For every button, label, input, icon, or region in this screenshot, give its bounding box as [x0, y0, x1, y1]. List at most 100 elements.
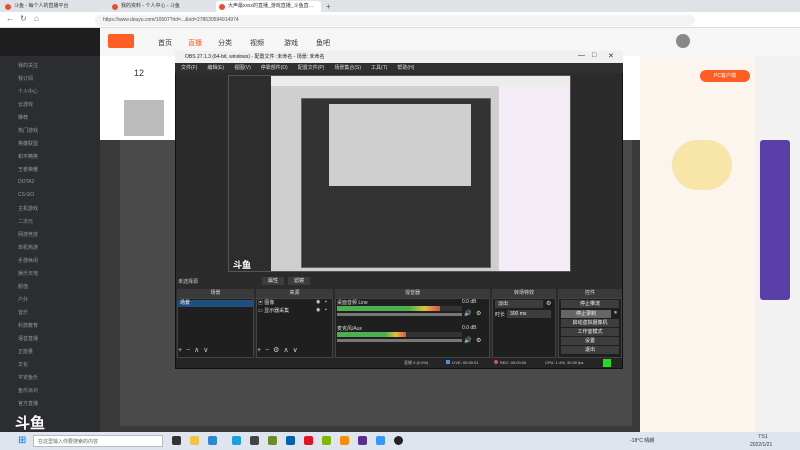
sidebar-item[interactable]: 我订阅 [18, 75, 33, 82]
lock-icon[interactable]: ▪ [325, 307, 327, 313]
filters-button[interactable]: 滤镜 [288, 277, 310, 285]
minimize-icon[interactable]: — [578, 52, 585, 59]
obs-taskbar-icon[interactable] [394, 436, 403, 445]
menu-tools[interactable]: 工具(T) [371, 65, 387, 71]
sidebar-item[interactable]: 二次元 [18, 218, 33, 225]
scene-item[interactable]: 场景 [178, 300, 253, 307]
file-explorer-icon[interactable] [190, 436, 199, 445]
sidebar-item[interactable]: 正能量 [18, 348, 33, 355]
volume-slider[interactable] [337, 339, 462, 342]
sidebar-item[interactable]: 热门游戏 [18, 127, 38, 134]
app-icon[interactable] [268, 436, 277, 445]
sidebar-item[interactable]: 云游戏 [18, 101, 33, 108]
sidebar-item[interactable]: DOTA2 [18, 179, 34, 185]
home-icon[interactable]: ⌂ [34, 14, 39, 23]
speaker-icon[interactable]: 🔊 [464, 337, 471, 344]
menu-profile[interactable]: 配置文件(P) [298, 65, 325, 71]
lock-icon[interactable]: ▪ [325, 299, 327, 305]
clock-date[interactable]: 2022/1/21 [750, 442, 772, 448]
sidebar-item[interactable]: 我的关注 [18, 62, 38, 69]
exit-button[interactable]: 退出 [561, 346, 619, 354]
sidebar-item[interactable]: 手游休闲 [18, 257, 38, 264]
menu-docks[interactable]: 停靠部件(D) [261, 65, 288, 71]
sidebar-item[interactable]: 颜值 [18, 283, 28, 290]
app-icon[interactable] [322, 436, 331, 445]
menu-scene-collection[interactable]: 场景集合(S) [334, 65, 361, 71]
task-view-icon[interactable] [172, 436, 181, 445]
new-tab-icon[interactable]: + [326, 2, 331, 11]
stop-streaming-button[interactable]: 停止推流 [561, 300, 619, 308]
volume-slider[interactable] [337, 313, 462, 316]
sidebar-item[interactable]: 音乐 [18, 309, 28, 316]
sidebar-item[interactable]: 平安鱼乐 [18, 374, 38, 381]
store-icon[interactable] [250, 436, 259, 445]
clock-time[interactable]: 7:51 [758, 434, 768, 440]
eye-icon[interactable]: ◉ [316, 307, 320, 313]
gear-icon[interactable]: ⚙ [476, 310, 481, 317]
nav-fishbar[interactable]: 鱼吧 [316, 38, 330, 48]
app-icon[interactable] [304, 436, 313, 445]
mail-icon[interactable] [208, 436, 217, 445]
stop-recording-button[interactable]: 停止录制 [561, 310, 611, 318]
menu-file[interactable]: 文件(F) [181, 65, 197, 71]
back-icon[interactable]: ← [6, 14, 14, 23]
avatar[interactable] [676, 34, 690, 48]
browser-tab-3[interactable]: 大声最xxxx的直播_游戏直播_斗鱼直… [216, 1, 321, 12]
taskbar-search[interactable]: 在这里输入你要搜索的内容 [33, 435, 163, 447]
close-icon[interactable]: ✕ [608, 52, 614, 60]
sidebar-item[interactable]: 主机游戏 [18, 205, 38, 212]
sidebar-item[interactable]: 网游竞技 [18, 231, 38, 238]
sidebar-item[interactable]: 个人中心 [18, 88, 38, 95]
nav-category[interactable]: 分类 [218, 38, 232, 48]
studio-mode-button[interactable]: 工作室模式 [561, 328, 619, 336]
nav-game[interactable]: 游戏 [284, 38, 298, 48]
source-item-image[interactable]: ▣ 图像 [258, 299, 274, 306]
sidebar-item[interactable]: 文化 [18, 361, 28, 368]
sidebar-item[interactable]: 王者荣耀 [18, 166, 38, 173]
sidebar-item[interactable]: 和平精英 [18, 153, 38, 160]
sidebar-item[interactable]: 科技教育 [18, 322, 38, 329]
nav-home[interactable]: 首页 [158, 38, 172, 48]
weather[interactable]: -18°C 晴朗 [630, 437, 654, 444]
transition-select[interactable]: 淡出 [495, 300, 543, 308]
settings-button[interactable]: 设置 [561, 337, 619, 345]
gear-icon[interactable]: ⚙ [546, 300, 551, 307]
sidebar-item[interactable]: 推荐 [18, 114, 28, 121]
scene-toolbar[interactable]: +−∧∨ [178, 346, 212, 354]
pause-icon[interactable]: ⏸ [614, 310, 617, 317]
maximize-icon[interactable]: □ [592, 52, 596, 59]
nav-live[interactable]: 直播 [188, 38, 202, 48]
browser-tab-2[interactable]: 我的资料 - 个人中心 - 斗鱼 [109, 1, 214, 12]
duration-field[interactable]: 300 ms [507, 310, 551, 318]
edge-icon[interactable] [232, 436, 241, 445]
sidebar-item[interactable]: 英雄联盟 [18, 140, 38, 147]
app-icon[interactable] [340, 436, 349, 445]
source-item-display-capture[interactable]: ▭ 显示器采集 [258, 307, 289, 314]
app-icon[interactable] [286, 436, 295, 445]
menu-help[interactable]: 帮助(H) [397, 65, 414, 71]
nav-video[interactable]: 视频 [250, 38, 264, 48]
sidebar-item[interactable]: 鱼乐派对 [18, 387, 38, 394]
windows-start-icon[interactable]: ⊞ [18, 435, 26, 446]
sidebar-item[interactable]: 官方直播 [18, 400, 38, 407]
browser-tab-1[interactable]: 斗鱼 - 每个人的直播平台 [2, 1, 107, 12]
streamer-avatar[interactable] [124, 100, 164, 136]
url-field[interactable]: https://www.douyu.com/10507?rid=...&rid=… [95, 15, 695, 26]
app-icon[interactable] [376, 436, 385, 445]
properties-button[interactable]: 属性 [262, 277, 284, 285]
sidebar-item[interactable]: 语音直播 [18, 335, 38, 342]
pc-client-button[interactable]: PC客户端 [700, 70, 750, 82]
source-toolbar[interactable]: +−⚙∧∨ [257, 346, 302, 354]
sidebar-item[interactable]: CS:GO [18, 192, 34, 198]
sidebar-item[interactable]: 单机热游 [18, 244, 38, 251]
sidebar-item[interactable]: 户外 [18, 296, 28, 303]
menu-edit[interactable]: 编辑(E) [207, 65, 224, 71]
gear-icon[interactable]: ⚙ [476, 337, 481, 344]
app-icon[interactable] [358, 436, 367, 445]
obs-preview[interactable]: 斗鱼 [228, 75, 571, 272]
sidebar-item[interactable]: 娱乐天地 [18, 270, 38, 277]
douyu-logo-icon[interactable] [108, 34, 134, 48]
eye-icon[interactable]: ◉ [316, 299, 320, 305]
speaker-icon[interactable]: 🔊 [464, 310, 471, 317]
virtual-camera-button[interactable]: 启动虚拟摄像机 [561, 319, 619, 327]
